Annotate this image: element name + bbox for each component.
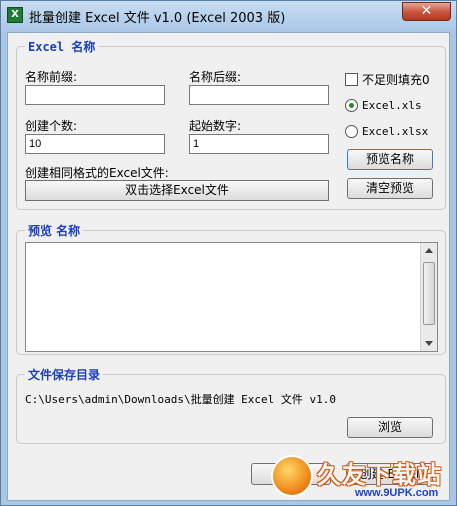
save-dir-group: 文件保存目录 C:\Users\admin\Downloads\批量创建 Exc… — [16, 366, 446, 444]
suffix-label: 名称后缀: — [189, 70, 242, 84]
select-template-button[interactable]: 双击选择Excel文件 — [25, 180, 329, 201]
count-label: 创建个数: — [25, 119, 78, 133]
preview-group: 预览 名称 — [16, 222, 446, 355]
pad-zero-checkbox[interactable] — [345, 73, 358, 86]
start-number-input[interactable]: 1 — [189, 134, 329, 154]
scroll-down-arrow[interactable] — [425, 341, 433, 346]
title-bar[interactable]: X 批量创建 Excel 文件 v1.0 (Excel 2003 版) ✕ — [1, 1, 456, 33]
close-button[interactable]: ✕ — [402, 2, 451, 21]
window-title: 批量创建 Excel 文件 v1.0 (Excel 2003 版) — [29, 11, 286, 26]
count-input[interactable]: 10 — [25, 134, 165, 154]
preview-names-button[interactable]: 预览名称 — [347, 149, 433, 170]
site-watermark: 久友下载站 www.9UPK.com — [269, 451, 454, 503]
app-window: X 批量创建 Excel 文件 v1.0 (Excel 2003 版) ✕ Ex… — [0, 0, 457, 506]
xlsx-label: Excel.xlsx — [362, 125, 429, 138]
xls-radio[interactable] — [345, 99, 358, 112]
scroll-up-arrow[interactable] — [425, 248, 433, 253]
preview-scrollbar[interactable] — [420, 243, 437, 351]
xls-label: Excel.xls — [362, 99, 422, 112]
watermark-logo-icon — [271, 455, 313, 497]
preview-textarea[interactable] — [25, 242, 438, 352]
watermark-title: 久友下载站 — [317, 461, 442, 489]
scroll-thumb[interactable] — [423, 262, 435, 325]
pad-zero-label: 不足则填充0 — [362, 73, 430, 87]
client-area: Excel 名称 名称前缀: 名称后缀: 创建个数: 10 起始数字: 1 创建… — [7, 32, 450, 501]
browse-button[interactable]: 浏览 — [347, 417, 433, 438]
excel-app-icon: X — [7, 7, 23, 23]
suffix-input[interactable] — [189, 85, 329, 105]
watermark-url: www.9UPK.com — [355, 487, 439, 499]
clear-preview-button[interactable]: 清空预览 — [347, 178, 433, 199]
template-label: 创建相同格式的Excel文件: — [25, 166, 169, 180]
start-number-label: 起始数字: — [189, 119, 242, 133]
xls-radio-dot — [349, 103, 354, 108]
prefix-label: 名称前缀: — [25, 70, 78, 84]
save-path-text: C:\Users\admin\Downloads\批量创建 Excel 文件 v… — [25, 393, 337, 406]
excel-name-legend: Excel 名称 — [25, 38, 99, 55]
prefix-input[interactable] — [25, 85, 165, 105]
preview-legend: 预览 名称 — [25, 222, 84, 239]
save-dir-legend: 文件保存目录 — [25, 366, 104, 383]
excel-name-group: Excel 名称 名称前缀: 名称后缀: 创建个数: 10 起始数字: 1 创建… — [16, 38, 446, 210]
xlsx-radio[interactable] — [345, 125, 358, 138]
